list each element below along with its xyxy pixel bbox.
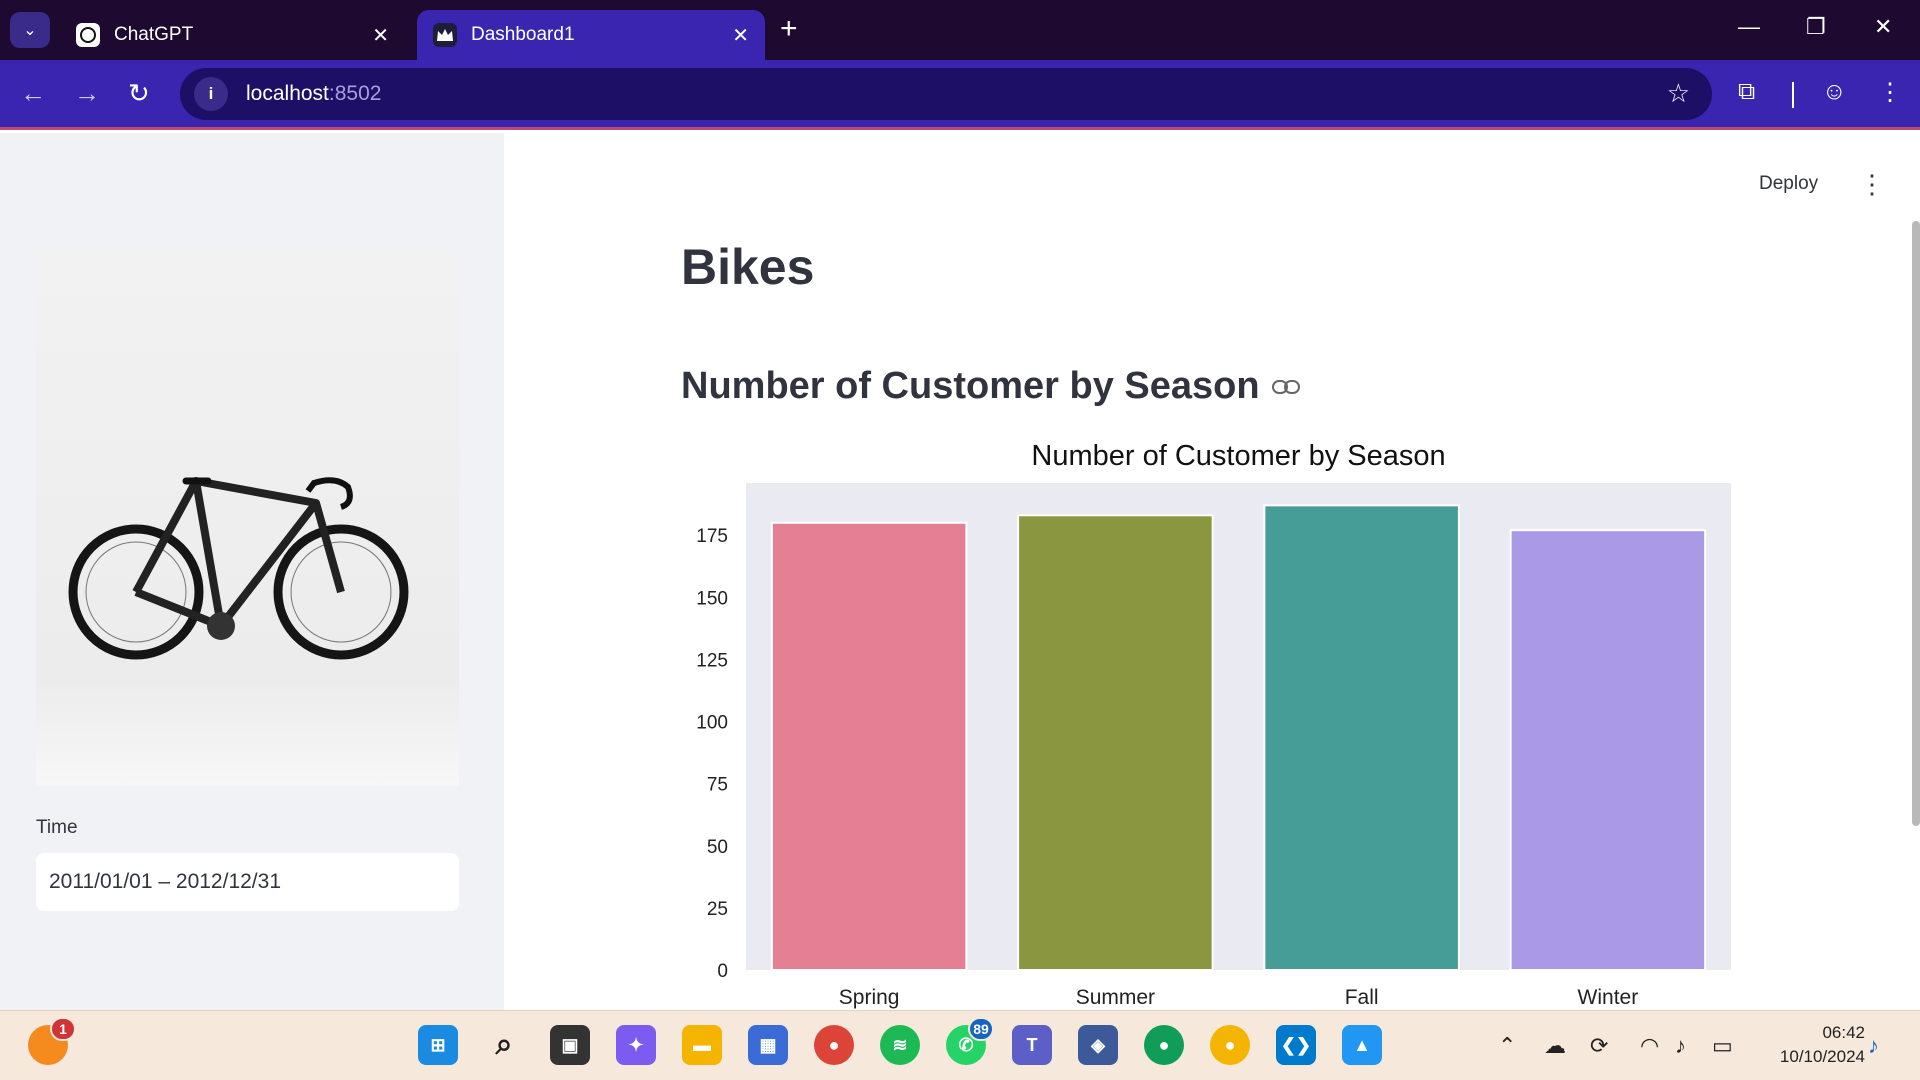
chart-heading: Number of Customer by Season: [681, 365, 1300, 408]
new-tab-button[interactable]: +: [780, 14, 798, 44]
site-info-icon[interactable]: i: [194, 77, 228, 111]
clock[interactable]: 06:42 10/10/2024: [1780, 1021, 1865, 1069]
x-tick-label: Winter: [1578, 986, 1639, 1009]
clock-time: 06:42: [1822, 1023, 1865, 1042]
teams-icon[interactable]: T: [1012, 1025, 1052, 1065]
close-tab-icon[interactable]: ✕: [732, 23, 749, 48]
tab-title: Dashboard1: [471, 24, 575, 45]
search-icon[interactable]: ⌕: [484, 1025, 524, 1065]
minimize-icon[interactable]: —: [1738, 14, 1760, 40]
y-tick-label: 50: [707, 837, 728, 858]
close-tab-icon[interactable]: ✕: [372, 23, 389, 48]
app-icon[interactable]: ◈: [1078, 1025, 1118, 1065]
reload-icon[interactable]: ↻: [128, 78, 150, 108]
link-icon[interactable]: [1271, 379, 1300, 395]
streamlit-crown-icon: [433, 23, 457, 47]
notification-badge: 1: [50, 1017, 76, 1041]
tab-chatgpt[interactable]: ChatGPT ✕: [60, 10, 405, 60]
y-tick-label: 0: [717, 961, 728, 982]
notification-app-icon[interactable]: 1: [28, 1017, 76, 1065]
time-label: Time: [36, 817, 78, 838]
file-explorer-icon[interactable]: ▬: [682, 1025, 722, 1065]
y-tick-label: 25: [707, 899, 728, 920]
chatgpt-icon: [76, 23, 100, 47]
copilot-icon[interactable]: ✦: [616, 1025, 656, 1065]
chart-title: Number of Customer by Season: [1031, 440, 1445, 472]
bar-winter: [1509, 529, 1707, 971]
main-content: Deploy ⋮ Bikes Number of Customer by Sea…: [504, 133, 1920, 1010]
notification-bell-icon[interactable]: ♪: [1868, 1033, 1879, 1059]
tab-dashboard1[interactable]: Dashboard1 ✕: [417, 10, 765, 60]
back-icon[interactable]: ←: [20, 78, 46, 108]
chart-heading-text: Number of Customer by Season: [681, 365, 1260, 407]
whatsapp-badge: 89: [968, 1017, 994, 1041]
x-tick-label: Summer: [1076, 986, 1155, 1009]
y-tick-label: 100: [696, 713, 728, 734]
season-bar-chart: Number of Customer by Season 0 25 50 75 100 12…: [696, 440, 1731, 1009]
volume-icon[interactable]: ♪: [1675, 1033, 1686, 1059]
onedrive-icon[interactable]: ☁: [1544, 1033, 1566, 1059]
chevron-down-icon: ⌄: [23, 22, 37, 39]
y-tick-label: 125: [696, 650, 728, 671]
chrome-active-icon[interactable]: ●: [1210, 1025, 1250, 1065]
microsoft-store-icon[interactable]: ▦: [748, 1025, 788, 1065]
y-tick-label: 175: [696, 526, 728, 547]
browser-toolbar: ← → ↻ i localhost:8502 ☆ ⧉ ☺ ⋮: [0, 60, 1920, 130]
sidebar: Time 2011/01/01 – 2012/12/31: [0, 133, 504, 1010]
vscode-icon[interactable]: ❮❯: [1276, 1025, 1316, 1065]
task-view-icon[interactable]: ▣: [550, 1025, 590, 1065]
sync-icon[interactable]: ⟳: [1590, 1033, 1608, 1059]
tab-search-button[interactable]: ⌄: [10, 12, 50, 48]
battery-icon[interactable]: ▭: [1712, 1033, 1733, 1059]
chrome-icon[interactable]: ●: [814, 1025, 854, 1065]
whatsapp-icon[interactable]: ✆ 89: [946, 1017, 994, 1065]
tab-title: ChatGPT: [114, 24, 194, 45]
tab-strip: ⌄ ChatGPT ✕ Dashboard1 ✕ + — ❐ ✕: [0, 0, 1920, 60]
address-bar[interactable]: i localhost:8502 ☆: [180, 68, 1712, 120]
browser-menu-icon[interactable]: ⋮: [1878, 78, 1902, 107]
chrome-profile-icon[interactable]: ●: [1144, 1025, 1184, 1065]
spotify-icon[interactable]: ≋: [880, 1025, 920, 1065]
bar-fall: [1263, 504, 1460, 971]
date-range-input[interactable]: 2011/01/01 – 2012/12/31: [36, 853, 459, 911]
page-title: Bikes: [681, 239, 815, 295]
clock-date: 10/10/2024: [1779, 1047, 1865, 1066]
toolbar-divider: [1792, 82, 1794, 108]
forward-icon[interactable]: →: [74, 78, 100, 108]
extensions-icon[interactable]: ⧉: [1738, 78, 1755, 106]
deploy-button[interactable]: Deploy: [1759, 173, 1818, 195]
url-text: localhost:8502: [246, 82, 382, 105]
y-tick-label: 75: [707, 775, 728, 796]
y-tick-label: 150: [696, 588, 728, 609]
taskbar: 1 ⊞ ⌕ ▣ ✦ ▬ ▦ ● ≋ ✆ 89 T ◈ ● ● ❮❯ ▲ ⌃ ☁ …: [0, 1010, 1920, 1080]
bookmark-star-icon[interactable]: ☆: [1667, 78, 1690, 109]
scrollbar[interactable]: [1912, 221, 1920, 826]
bar-spring: [770, 521, 968, 972]
close-window-icon[interactable]: ✕: [1874, 14, 1892, 40]
restore-icon[interactable]: ❐: [1806, 14, 1826, 40]
wifi-icon[interactable]: ◠: [1640, 1033, 1659, 1059]
main-menu-icon[interactable]: ⋮: [1859, 169, 1885, 200]
profile-icon[interactable]: ☺: [1822, 78, 1847, 106]
show-hidden-icons-icon[interactable]: ⌃: [1498, 1033, 1516, 1059]
bar-summer: [1017, 514, 1214, 971]
windows-start-icon[interactable]: ⊞: [418, 1025, 458, 1065]
bike-image: [36, 251, 459, 786]
x-tick-label: Spring: [839, 986, 900, 1009]
x-tick-label: Fall: [1345, 986, 1379, 1009]
photos-icon[interactable]: ▲: [1342, 1025, 1382, 1065]
